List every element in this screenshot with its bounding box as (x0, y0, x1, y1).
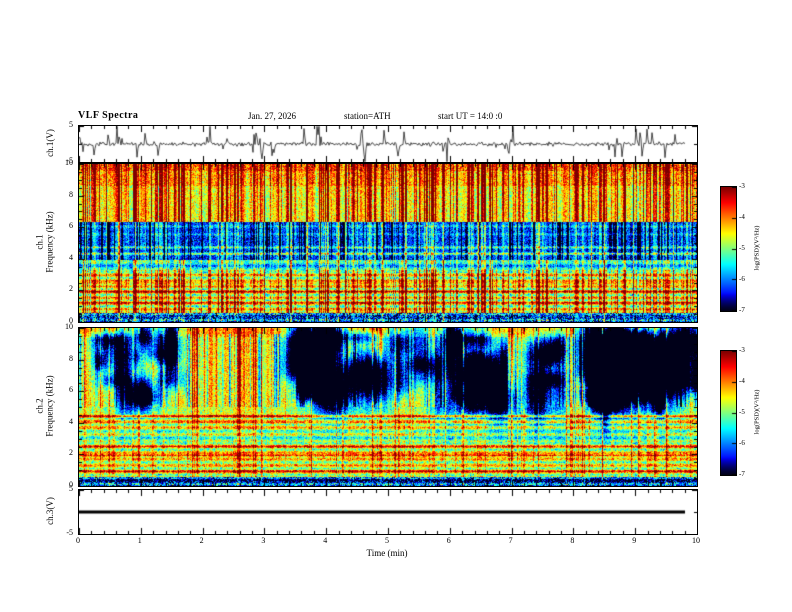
colorbar-tick-label: -3 (739, 346, 745, 354)
x-tick-label: 1 (137, 536, 142, 545)
ch1-waveform-canvas (79, 126, 697, 162)
y-tick-label: 10 (65, 322, 73, 331)
colorbar-ch2-label: log(PSD)(V²/Hz) (753, 389, 761, 435)
y-tick-label: 10 (65, 158, 73, 167)
y-tick-label: 4 (69, 416, 73, 426)
ch1-spectrogram-panel (78, 163, 698, 323)
x-tick-label: 5 (385, 536, 389, 545)
ch2-spectrogram-canvas (79, 328, 697, 486)
y-tick-label: 6 (69, 385, 73, 395)
vlf-spectra-figure: VLF Spectra Jan. 27, 2026 station=ATH st… (0, 0, 792, 612)
colorbar-tick-label: -6 (739, 275, 745, 283)
plot-start-ut: start UT = 14:0 :0 (438, 111, 503, 121)
x-tick-label: 9 (632, 536, 637, 545)
ch2-spectrogram-panel (78, 327, 698, 487)
colorbar-ch2-canvas (721, 351, 736, 475)
x-tick-label: 8 (570, 536, 575, 545)
colorbar-tick-label: -4 (739, 213, 745, 221)
y-tick-label: 8 (69, 353, 73, 363)
ch3-wave-y-axis-label: ch.3(V) (44, 497, 55, 525)
colorbar-tick-label: -7 (739, 306, 745, 314)
colorbar-tick-label: -5 (739, 244, 745, 252)
x-tick-label: 4 (323, 536, 328, 545)
y-tick-label: 2 (69, 284, 73, 294)
y-tick-label: 2 (69, 448, 73, 458)
colorbar-tick-label: -3 (739, 182, 745, 190)
ch3-waveform-canvas (79, 490, 697, 534)
x-tick-label: 6 (446, 536, 451, 545)
colorbar-tick-label: -6 (739, 439, 745, 447)
colorbar-ch1-label: log(PSD)(V²/Hz) (753, 225, 761, 271)
x-tick-label: 10 (692, 536, 700, 545)
x-tick-label: 2 (199, 536, 204, 545)
plot-station: station=ATH (344, 111, 391, 121)
colorbar-ch1-canvas (721, 187, 736, 311)
ch1-spectrogram-canvas (79, 164, 697, 322)
colorbar-ch1 (720, 186, 737, 312)
y-tick-label: 8 (69, 189, 73, 199)
plot-title: VLF Spectra (78, 110, 139, 121)
x-axis-label: Time (min) (366, 548, 408, 558)
x-tick-label: 7 (508, 536, 513, 545)
colorbar-tick-label: -7 (739, 470, 745, 478)
colorbar-ch2 (720, 350, 737, 476)
y-tick-label: -5 (66, 528, 73, 537)
ch1-wave-y-axis-label: ch.1(V) (44, 129, 55, 157)
x-tick-label: 3 (261, 536, 266, 545)
ch1-waveform-panel (78, 125, 698, 163)
y-tick-label: 6 (69, 221, 73, 231)
ch3-waveform-panel (78, 489, 698, 535)
y-tick-label: 5 (69, 120, 73, 129)
colorbar-tick-label: -4 (739, 377, 745, 385)
y-tick-label: 5 (69, 484, 73, 493)
plot-date: Jan. 27, 2026 (248, 111, 296, 121)
colorbar-tick-label: -5 (739, 408, 745, 416)
y-tick-label: 4 (69, 252, 73, 262)
